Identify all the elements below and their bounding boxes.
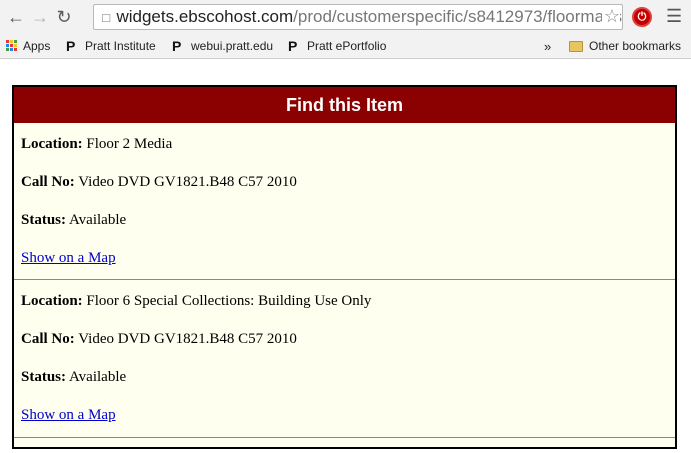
holding-item: Location: Floor 6 Special Collections: B… [14, 280, 675, 438]
callno-value: Video DVD GV1821.B48 C57 2010 [78, 174, 297, 190]
find-item-widget: Find this Item Location: Floor 2 Media C… [12, 85, 677, 449]
map-row: Show on a Map [21, 244, 675, 282]
bookmark-pratt-institute[interactable]: P Pratt Institute [66, 38, 156, 54]
status-value: Available [68, 369, 127, 385]
location-value: Floor 2 Media [86, 136, 173, 152]
address-bar[interactable]: □ widgets.ebscohost.com/prod/customerspe… [93, 4, 623, 30]
pratt-p-icon: P [288, 38, 298, 54]
menu-icon[interactable]: ☰ [666, 6, 682, 26]
callno-value: Video DVD GV1821.B48 C57 2010 [78, 331, 297, 347]
bookmarks-overflow-button[interactable]: » [544, 39, 551, 54]
bookmark-pratt-eportfolio[interactable]: P Pratt ePortfolio [288, 38, 386, 54]
callno-row: Call No: Video DVD GV1821.B48 C57 2010 [21, 168, 675, 206]
bookmark-other[interactable]: Other bookmarks [569, 39, 681, 53]
folder-icon [569, 40, 583, 52]
pratt-p-icon: P [66, 38, 76, 54]
bookmark-label: Pratt Institute [85, 39, 156, 53]
bookmark-label: webui.pratt.edu [191, 39, 274, 53]
page-icon: □ [102, 9, 111, 25]
status-row: Status: Available [21, 206, 675, 244]
bookmark-other-label: Other bookmarks [589, 39, 682, 53]
reload-icon[interactable]: ↻ [52, 5, 76, 29]
show-on-map-link[interactable]: Show on a Map [21, 407, 116, 423]
bookmark-label: Pratt ePortfolio [307, 39, 387, 53]
bookmark-apps-label: Apps [23, 39, 51, 53]
forward-arrow-icon[interactable]: → [28, 5, 52, 29]
bookmark-star-icon[interactable]: ☆ [601, 6, 620, 27]
status-label: Status: [21, 369, 67, 385]
status-value: Available [68, 212, 127, 228]
location-value: Floor 6 Special Collections: Building Us… [86, 293, 372, 309]
browser-toolbar: ← → ↻ □ widgets.ebscohost.com/prod/custo… [0, 0, 691, 34]
url-path: /prod/customerspecific/s8412973/floormap… [293, 7, 622, 26]
bookmark-apps[interactable]: Apps [6, 39, 50, 53]
bookmarks-bar: Apps P Pratt Institute P webui.pratt.edu… [0, 34, 691, 59]
page-content: Find this Item Location: Floor 2 Media C… [0, 59, 691, 453]
extension-icon[interactable]: ⏻ [632, 7, 652, 27]
widget-title: Find this Item [14, 87, 675, 123]
holding-item: Location: Floor 2 Media Call No: Video D… [14, 123, 675, 280]
callno-label: Call No: [21, 331, 75, 347]
apps-grid-icon [6, 40, 18, 52]
location-label: Location: [21, 293, 83, 309]
status-row: Status: Available [21, 363, 675, 401]
callno-label: Call No: [21, 174, 75, 190]
show-on-map-link[interactable]: Show on a Map [21, 250, 116, 266]
bookmark-webui[interactable]: P webui.pratt.edu [172, 38, 273, 54]
location-row: Location: Floor 2 Media [21, 130, 675, 168]
status-label: Status: [21, 212, 67, 228]
callno-row: Call No: Video DVD GV1821.B48 C57 2010 [21, 325, 675, 363]
map-row: Show on a Map [21, 401, 675, 439]
location-label: Location: [21, 136, 83, 152]
url-host: widgets.ebscohost.com [116, 7, 294, 26]
back-arrow-icon[interactable]: ← [4, 5, 28, 29]
pratt-p-icon: P [172, 38, 182, 54]
location-row: Location: Floor 6 Special Collections: B… [21, 287, 675, 325]
